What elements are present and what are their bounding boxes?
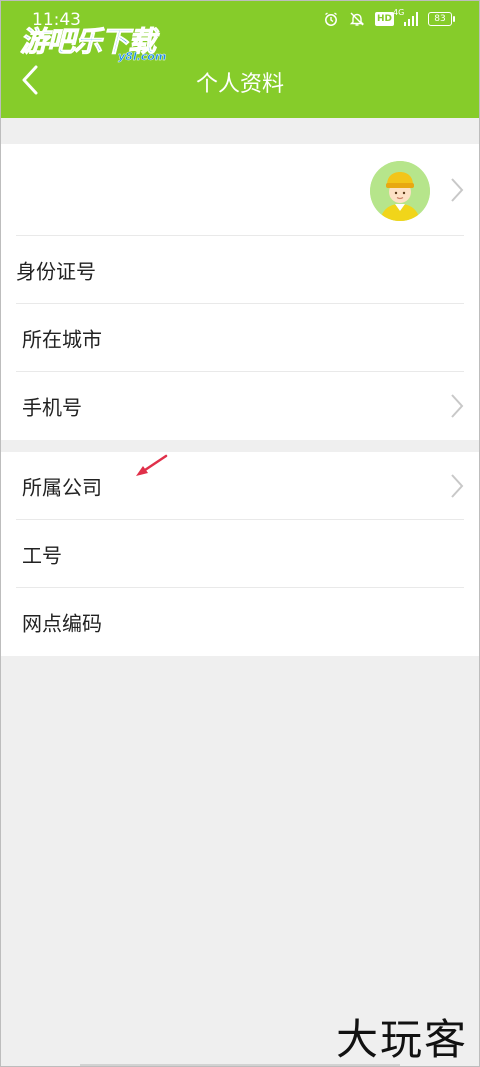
avatar[interactable] — [370, 161, 430, 221]
branch-code-label: 网点编码 — [22, 611, 102, 636]
mute-bell-icon — [349, 12, 365, 26]
employee-id-row[interactable]: 工号 — [0, 520, 480, 588]
phone-label: 手机号 — [22, 395, 82, 420]
page-title: 个人资料 — [195, 72, 284, 97]
watermark-logo-url: y8l.com — [118, 50, 167, 63]
avatar-row[interactable] — [0, 144, 480, 236]
courier-avatar — [370, 161, 430, 221]
profile-section: 身份证号 所在城市 手机号 — [0, 144, 480, 440]
network-label: 4G — [393, 8, 405, 17]
company-section: 所属公司 工号 网点编码 — [0, 452, 480, 656]
app-header: 11:43 HD 4G 83 游吧乐下载 y8l.com 个人资料 — [0, 0, 480, 118]
branch-code-row[interactable]: 网点编码 — [0, 588, 480, 656]
hd-badge: HD — [374, 12, 394, 26]
watermark-logo: 游吧乐下载 y8l.com — [19, 20, 166, 64]
watermark-bottom-text: 大玩客 — [335, 1015, 468, 1064]
battery-icon: 83 — [428, 12, 455, 26]
chevron-right-icon — [451, 178, 464, 202]
red-arrow-icon — [136, 454, 168, 476]
status-icons: HD 4G 83 — [323, 8, 455, 27]
chevron-right-icon — [451, 474, 464, 498]
city-label: 所在城市 — [22, 327, 102, 352]
chevron-right-icon — [451, 394, 464, 418]
company-label: 所属公司 — [22, 475, 102, 500]
employee-id-label: 工号 — [22, 543, 62, 568]
id-number-row[interactable]: 身份证号 — [0, 236, 480, 304]
alarm-icon — [325, 12, 337, 26]
id-number-label: 身份证号 — [16, 259, 96, 284]
city-row[interactable]: 所在城市 — [0, 304, 480, 372]
company-row[interactable]: 所属公司 — [0, 452, 480, 520]
signal-icon: 4G — [393, 8, 418, 26]
phone-row[interactable]: 手机号 — [0, 372, 480, 440]
